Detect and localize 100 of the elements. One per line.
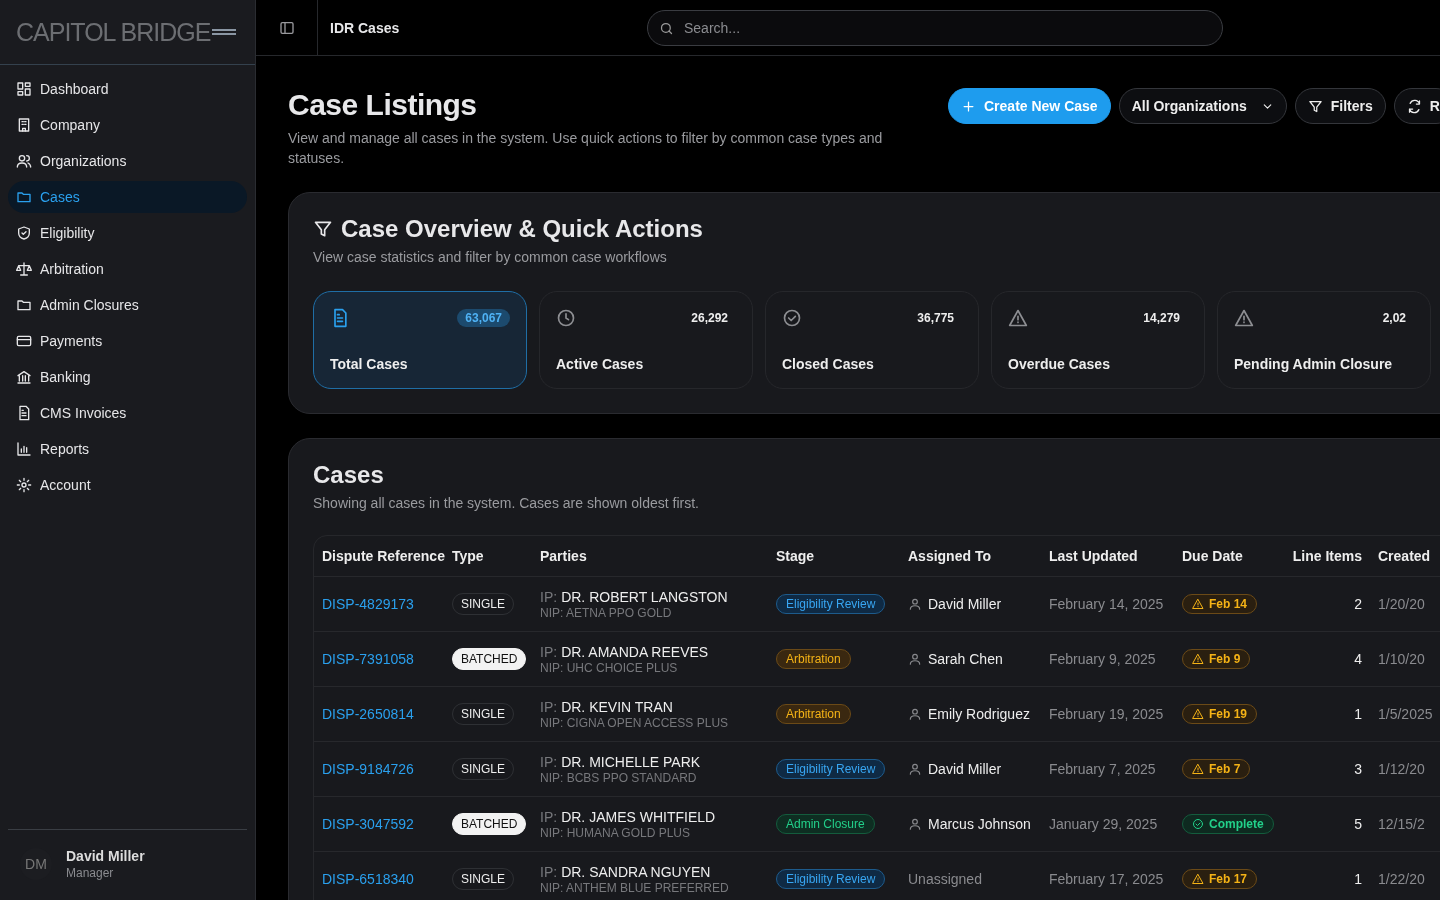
case-link[interactable]: DISP-9184726 [322, 761, 414, 777]
stat-count: 14,279 [1142, 310, 1181, 327]
user-icon [908, 762, 922, 776]
filter-icon [313, 219, 333, 239]
nav-item[interactable]: Eligibility [8, 217, 247, 249]
plan-name: NIP: HUMANA GOLD PLUS [540, 825, 691, 840]
nav-icon [16, 477, 32, 493]
case-link[interactable]: DISP-3047592 [322, 816, 414, 832]
line-items-count: 3 [1353, 761, 1363, 777]
type-badge: BATCHED [452, 648, 527, 670]
logo: CAPITOL BRIDGE [16, 17, 211, 47]
user-name: David Miller [66, 848, 145, 864]
page-description: View and manage all cases in the system. Use quick actions to filter by common case types and statuses. [288, 129, 884, 168]
nav-icon [16, 441, 32, 457]
stat-count: 36,775 [916, 310, 955, 327]
created-date: 1/12/20 [1377, 761, 1426, 777]
search-field[interactable]: Search... [647, 9, 1223, 46]
assignee-name: David Miller [928, 761, 1002, 777]
nav-item[interactable]: Admin Closures [8, 289, 247, 321]
nav-item[interactable]: Banking [8, 361, 247, 393]
stat-card[interactable]: 63,067 Total Cases [313, 291, 527, 389]
user-icon [908, 707, 922, 721]
line-items-count: 5 [1353, 816, 1363, 832]
created-date: 1/22/20 [1377, 871, 1426, 887]
line-items-count: 1 [1353, 706, 1363, 722]
nav-icon [16, 405, 32, 421]
stat-label: Active Cases [556, 356, 645, 372]
stat-label: Total Cases [330, 356, 409, 372]
plan-name: NIP: UHC CHOICE PLUS [540, 660, 678, 675]
nav-item[interactable]: CMS Invoices [8, 397, 247, 429]
plan-name: NIP: ANTHEM BLUE PREFERRED [540, 880, 729, 895]
user-role: Manager [66, 866, 115, 880]
stat-label: Closed Cases [782, 356, 875, 372]
party-label: IP: [540, 808, 558, 825]
check-icon [1192, 818, 1204, 830]
nav-item[interactable]: Company [8, 109, 247, 141]
created-date: 1/5/2025 [1377, 706, 1434, 722]
updated-date: January 29, 2025 [1048, 816, 1159, 832]
refresh-button[interactable]: R [1393, 88, 1440, 124]
due-badge: Feb 7 [1182, 759, 1251, 779]
created-date: 1/20/20 [1377, 596, 1426, 612]
nav-icon [16, 117, 32, 133]
updated-date: February 17, 2025 [1048, 871, 1165, 887]
stat-count: 26,292 [690, 310, 729, 327]
user-icon [908, 817, 922, 831]
warning-icon [1192, 873, 1204, 885]
stage-badge: Arbitration [776, 649, 851, 669]
type-badge: BATCHED [452, 813, 527, 835]
page-title: IDR Cases [329, 19, 401, 36]
stat-card[interactable]: 26,292 Active Cases [539, 291, 753, 389]
due-badge: Complete [1182, 814, 1274, 834]
stat-card[interactable]: 2,02 Pending Admin Closure [1217, 291, 1431, 389]
column-header: Line Items [1291, 548, 1363, 564]
stat-card[interactable]: 14,279 Overdue Cases [991, 291, 1205, 389]
updated-date: February 19, 2025 [1048, 706, 1165, 722]
organization-dropdown[interactable]: All Organizations [1118, 88, 1287, 124]
provider-name: DR. JAMES WHITFIELD [561, 808, 716, 825]
logo-mark-icon [212, 28, 237, 36]
nav-icon [16, 153, 32, 169]
nav-item[interactable]: Reports [8, 433, 247, 465]
stage-badge: Eligibility Review [776, 759, 886, 779]
stage-badge: Admin Closure [776, 814, 875, 834]
nav-item[interactable]: Cases [8, 181, 247, 213]
nav-item[interactable]: Payments [8, 325, 247, 357]
stat-count: 2,02 [1381, 310, 1407, 327]
stat-count: 63,067 [457, 309, 510, 327]
line-items-count: 4 [1353, 651, 1363, 667]
party-label: IP: [540, 588, 558, 605]
nav-item[interactable]: Organizations [8, 145, 247, 177]
filters-button[interactable]: Filters [1294, 88, 1386, 124]
party-label: IP: [540, 753, 558, 770]
assignee-name: Marcus Johnson [928, 816, 1031, 832]
party-label: IP: [540, 643, 558, 660]
stage-badge: Eligibility Review [776, 594, 886, 614]
stage-badge: Eligibility Review [776, 869, 886, 889]
provider-name: DR. KEVIN TRAN [561, 698, 673, 715]
panel-icon [278, 19, 295, 36]
section-title: Case Overview & Quick Actions [341, 215, 703, 243]
stage-badge: Arbitration [776, 704, 851, 724]
column-header: Parties [539, 548, 588, 564]
nav-item[interactable]: Account [8, 469, 247, 501]
column-header: Stage [775, 548, 816, 564]
warning-icon [1192, 708, 1204, 720]
case-link[interactable]: DISP-2650814 [322, 706, 414, 722]
plan-name: NIP: CIGNA OPEN ACCESS PLUS [540, 715, 729, 730]
stat-card[interactable]: 36,775 Closed Cases [765, 291, 979, 389]
nav-item[interactable]: Dashboard [8, 73, 247, 105]
provider-name: DR. AMANDA REEVES [561, 643, 709, 660]
nav-icon [16, 369, 32, 385]
column-header: Dispute Reference [321, 548, 444, 564]
refresh-icon [1406, 98, 1422, 114]
case-link[interactable]: DISP-7391058 [322, 651, 414, 667]
stat-icon [782, 308, 802, 328]
user-icon [908, 597, 922, 611]
updated-date: February 9, 2025 [1048, 651, 1157, 667]
line-items-count: 2 [1353, 596, 1363, 612]
case-link[interactable]: DISP-6518340 [322, 871, 414, 887]
nav-item[interactable]: Arbitration [8, 253, 247, 285]
created-date: 12/15/2 [1377, 816, 1426, 832]
case-link[interactable]: DISP-4829173 [322, 596, 414, 612]
